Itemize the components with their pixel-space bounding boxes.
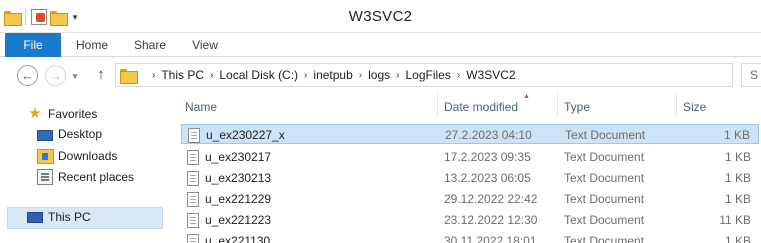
tab-home[interactable]: Home: [68, 33, 116, 57]
chevron-right-icon[interactable]: ›: [304, 70, 307, 81]
file-date: 17.2.2023 09:35: [444, 150, 531, 164]
column-divider[interactable]: [557, 93, 558, 117]
up-arrow-button[interactable]: ↑: [93, 66, 109, 83]
file-type: Text Document: [564, 213, 645, 227]
desktop-icon: [37, 129, 53, 141]
file-name: u_ex230227_x: [206, 128, 285, 142]
file-list: ▲ Name Date modified Type Size u_ex23022…: [170, 93, 761, 243]
ribbon-tabs: File Home Share View: [0, 33, 761, 57]
nav-item-this-pc[interactable]: This PC: [27, 210, 91, 224]
star-icon: ★: [28, 105, 42, 122]
text-document-icon: [187, 213, 199, 228]
text-document-icon: [187, 192, 199, 207]
back-button[interactable]: ←: [17, 65, 38, 86]
title-bar: ▾ W3SVC2: [0, 0, 761, 33]
file-size: 1 KB: [724, 150, 751, 164]
tab-share[interactable]: Share: [125, 33, 175, 57]
nav-item-label: Downloads: [58, 149, 118, 163]
chevron-right-icon[interactable]: ›: [152, 70, 155, 81]
folder-icon: [120, 68, 138, 84]
file-size: 1 KB: [724, 234, 751, 243]
tab-file[interactable]: File: [5, 33, 61, 57]
tab-view[interactable]: View: [182, 33, 228, 57]
file-size: 1 KB: [724, 192, 751, 206]
breadcrumb-local-disk[interactable]: Local Disk (C:): [219, 68, 298, 82]
column-header-date[interactable]: Date modified: [444, 97, 518, 117]
file-row[interactable]: u_ex221130 30.11.2022 18:01 Text Documen…: [181, 231, 759, 243]
navigation-bar: ← → ▼ ↑ › This PC › Local Disk (C:) › in…: [0, 57, 761, 93]
nav-item-label: This PC: [48, 210, 91, 224]
column-divider[interactable]: [676, 93, 677, 117]
text-document-icon: [187, 171, 199, 186]
breadcrumb-w3svc2[interactable]: W3SVC2: [466, 68, 515, 82]
chevron-right-icon[interactable]: ›: [210, 70, 213, 81]
nav-item-label: Desktop: [58, 127, 103, 141]
file-type: Text Document: [565, 128, 646, 142]
file-name: u_ex221229: [205, 192, 272, 206]
nav-favorites-label: Favorites: [48, 107, 98, 121]
file-type: Text Document: [564, 150, 645, 164]
text-document-icon: [188, 128, 200, 143]
recent-places-icon: [37, 169, 53, 185]
file-date: 30.11.2022 18:01: [444, 234, 537, 243]
column-header-name[interactable]: Name: [185, 97, 217, 117]
nav-item-downloads[interactable]: Downloads: [37, 148, 117, 164]
file-name: u_ex221130: [205, 234, 271, 243]
computer-icon: [27, 212, 43, 223]
file-date: 13.2.2023 06:05: [444, 171, 531, 185]
file-date: 27.2.2023 04:10: [445, 128, 532, 142]
nav-item-label: Recent places: [58, 170, 135, 184]
recent-locations-chevron-icon[interactable]: ▼: [71, 72, 79, 81]
nav-item-desktop[interactable]: Desktop: [37, 127, 102, 141]
breadcrumb-this-pc[interactable]: This PC: [161, 68, 204, 82]
file-name: u_ex230217: [205, 150, 272, 164]
file-row[interactable]: u_ex221223 23.12.2022 12:30 Text Documen…: [181, 210, 759, 230]
nav-favorites[interactable]: ★ Favorites: [27, 106, 97, 122]
file-row[interactable]: u_ex230227_x 27.2.2023 04:10 Text Docume…: [181, 124, 759, 144]
nav-item-recent-places[interactable]: Recent places: [37, 169, 134, 185]
chevron-right-icon[interactable]: ›: [457, 70, 460, 81]
file-type: Text Document: [564, 171, 645, 185]
file-date: 29.12.2022 22:42: [444, 192, 538, 206]
chevron-right-icon[interactable]: ›: [359, 70, 362, 81]
breadcrumb-logs[interactable]: logs: [368, 68, 390, 82]
window-title: W3SVC2: [348, 8, 413, 25]
breadcrumb-logfiles[interactable]: LogFiles: [405, 68, 450, 82]
text-document-icon: [187, 234, 199, 243]
downloads-icon: [37, 148, 54, 164]
file-row[interactable]: u_ex230213 13.2.2023 06:05 Text Document…: [181, 168, 759, 188]
search-input[interactable]: S: [741, 63, 761, 87]
column-divider[interactable]: [437, 93, 438, 117]
file-size: 1 KB: [723, 128, 750, 142]
file-row[interactable]: u_ex221229 29.12.2022 22:42 Text Documen…: [181, 189, 759, 209]
file-size: 11 KB: [719, 213, 751, 227]
breadcrumb-inetpub[interactable]: inetpub: [313, 68, 352, 82]
forward-button[interactable]: →: [45, 65, 66, 86]
text-document-icon: [187, 150, 199, 165]
sort-descending-icon: ▲: [523, 93, 530, 100]
chevron-right-icon[interactable]: ›: [396, 70, 399, 81]
column-header-size[interactable]: Size: [683, 97, 706, 117]
file-date: 23.12.2022 12:30: [444, 213, 538, 227]
file-type: Text Document: [564, 192, 645, 206]
file-size: 1 KB: [724, 171, 751, 185]
file-type: Text Document: [564, 234, 645, 243]
navigation-pane: ★ Favorites Desktop Downloads Recent pla…: [0, 93, 170, 243]
file-name: u_ex230213: [205, 171, 272, 185]
file-row[interactable]: u_ex230217 17.2.2023 09:35 Text Document…: [181, 147, 759, 167]
column-header-type[interactable]: Type: [564, 97, 590, 117]
file-name: u_ex221223: [205, 213, 272, 227]
address-bar[interactable]: › This PC › Local Disk (C:) › inetpub › …: [115, 63, 733, 87]
